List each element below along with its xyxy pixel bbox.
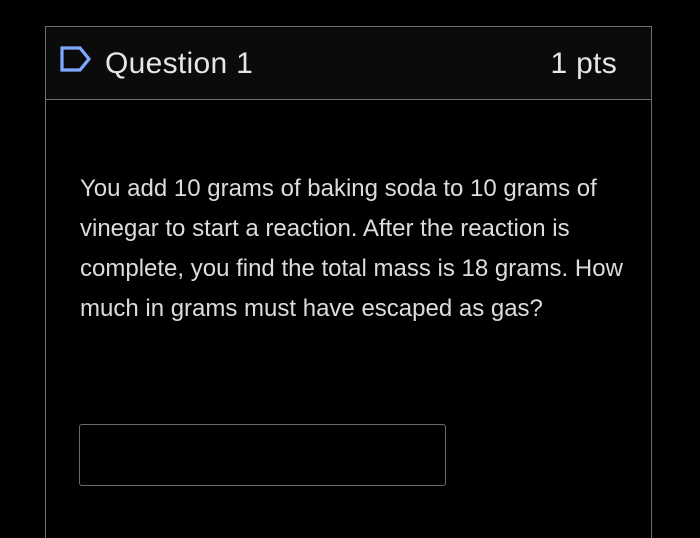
answer-input[interactable] [79, 424, 446, 486]
question-title: Question 1 [105, 47, 254, 80]
question-points: 1 pts [550, 47, 617, 80]
question-text: You add 10 grams of baking soda to 10 gr… [80, 175, 623, 322]
question-card: Question 1 1 pts You add 10 grams of bak… [45, 26, 652, 538]
flag-question-icon[interactable] [58, 44, 94, 74]
question-header: Question 1 1 pts [46, 27, 651, 100]
page: Question 1 1 pts You add 10 grams of bak… [0, 0, 700, 538]
